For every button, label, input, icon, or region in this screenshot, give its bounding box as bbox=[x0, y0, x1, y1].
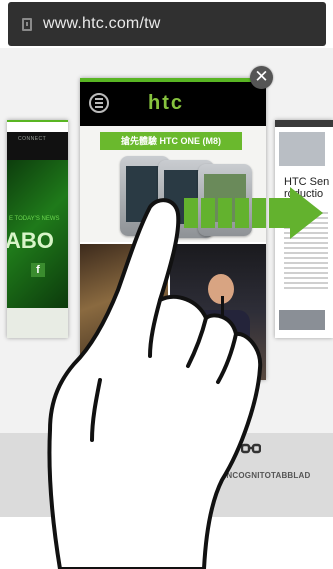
right-card-thumbnail bbox=[279, 310, 325, 330]
center-card-photo-left bbox=[80, 244, 168, 380]
promo-button: 搶先體驗 HTC ONE (M8) bbox=[100, 132, 242, 150]
left-card-header: CONNECT bbox=[7, 132, 68, 160]
phone-image-front bbox=[198, 164, 252, 236]
left-card-hero-text: ABO bbox=[7, 228, 54, 253]
left-card-hero: E TODAY'S NEWS ABO f bbox=[7, 160, 68, 308]
facebook-icon: f bbox=[31, 263, 45, 277]
left-card-news-text: E TODAY'S NEWS bbox=[9, 216, 60, 222]
tab-card-center[interactable]: htc 搶先體驗 HTC ONE (M8) bbox=[80, 78, 266, 380]
tab-card-left[interactable]: CONNECT E TODAY'S NEWS ABO f bbox=[7, 120, 68, 338]
center-card-promo: 搶先體驗 HTC ONE (M8) bbox=[80, 126, 266, 242]
incognito-tab-label[interactable]: INCOGNITOTABBLAD bbox=[224, 471, 310, 480]
close-tab-button[interactable]: ✕ bbox=[250, 66, 273, 89]
page-icon bbox=[22, 17, 32, 31]
menu-icon bbox=[89, 93, 109, 113]
left-card-header-strip bbox=[7, 120, 68, 132]
left-card-brand: CONNECT bbox=[18, 136, 47, 142]
incognito-icon[interactable] bbox=[241, 442, 261, 456]
address-bar[interactable]: www.htc.com/tw bbox=[8, 2, 326, 46]
right-card-header bbox=[275, 120, 333, 127]
center-card-header: htc bbox=[80, 82, 266, 126]
htc-logo: htc bbox=[148, 92, 184, 114]
right-card-image bbox=[279, 132, 325, 166]
mic-stand bbox=[221, 296, 224, 380]
url-text: www.htc.com/tw bbox=[43, 15, 161, 32]
left-card-footer bbox=[7, 308, 68, 338]
tab-card-right[interactable]: HTC Sen roductio bbox=[275, 120, 333, 338]
right-card-title: HTC Sen roductio bbox=[284, 176, 330, 200]
right-card-text-lines bbox=[284, 212, 328, 292]
